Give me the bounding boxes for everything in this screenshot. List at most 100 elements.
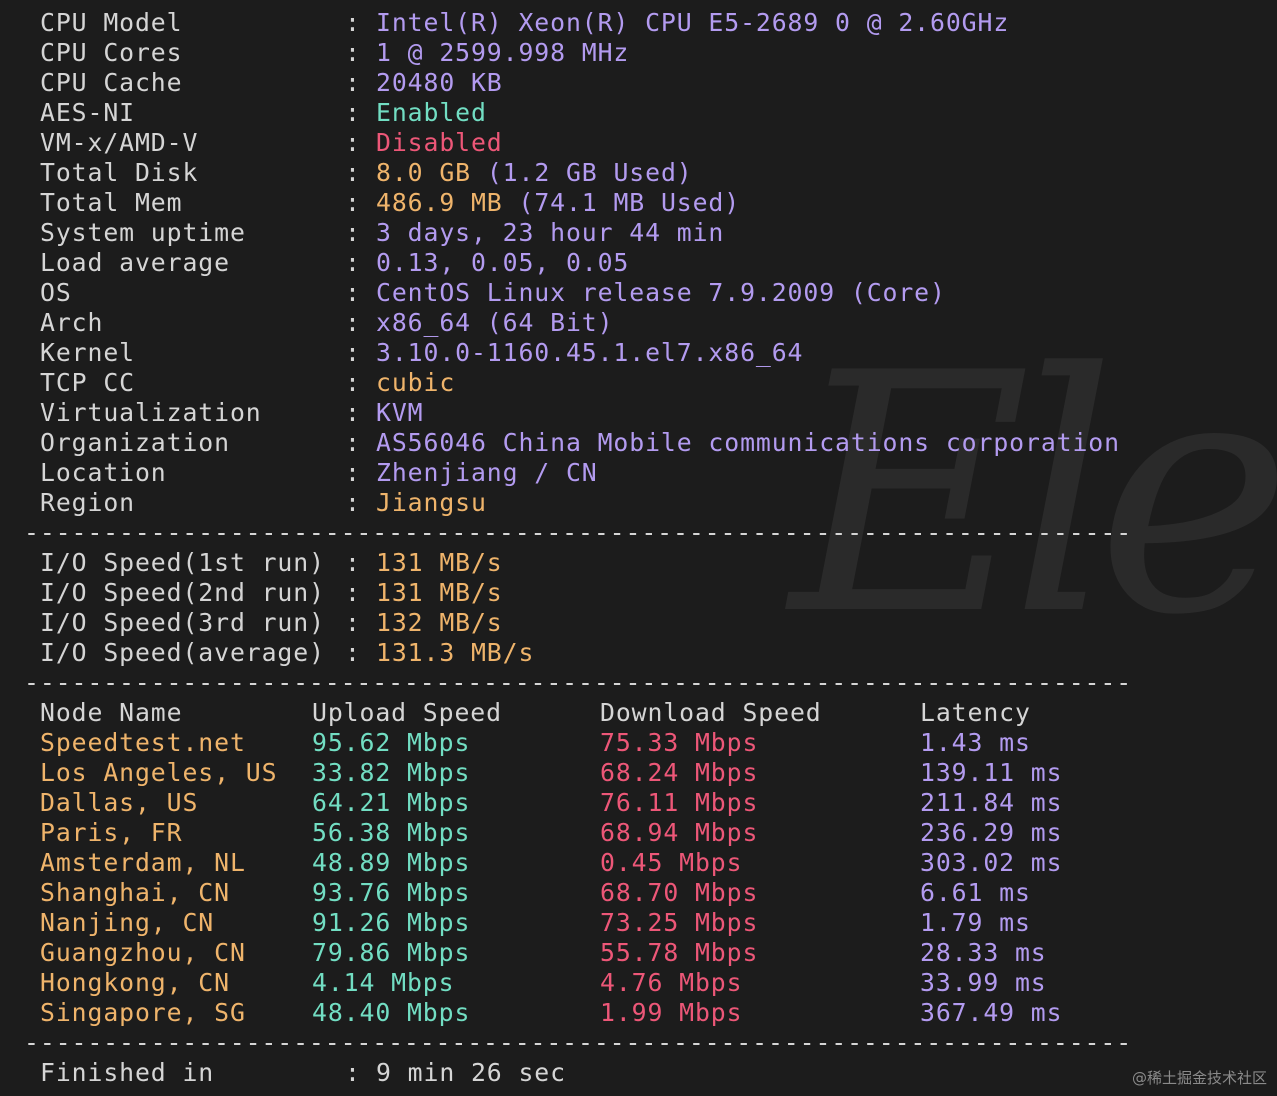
info-value-detail: (1.2 GB Used) (486, 158, 693, 187)
download-speed: 68.70 Mbps (600, 878, 759, 907)
latency: 367.49 ms (920, 998, 1063, 1027)
latency: 1.43 ms (920, 728, 1031, 757)
io-value: 131 MB/s (376, 548, 503, 577)
info-label: Virtualization (40, 398, 262, 427)
node-name: Los Angeles, US (40, 758, 278, 787)
info-colon: : (345, 368, 361, 397)
info-label: Arch (40, 308, 104, 337)
node-name: Nanjing, CN (40, 908, 215, 937)
download-speed: 0.45 Mbps (600, 848, 743, 877)
finished-colon: : (345, 1058, 361, 1087)
header-download-speed: Download Speed (600, 698, 822, 727)
node-name: Hongkong, CN (40, 968, 230, 997)
watermark-text: @稀土掘金技术社区 (1131, 1069, 1267, 1087)
io-colon: : (345, 638, 361, 667)
download-speed: 4.76 Mbps (600, 968, 743, 997)
download-speed: 75.33 Mbps (600, 728, 759, 757)
upload-speed: 33.82 Mbps (312, 758, 471, 787)
info-colon: : (345, 278, 361, 307)
header-upload-speed: Upload Speed (312, 698, 502, 727)
background-watermark-logo: Ele (790, 303, 1277, 687)
upload-speed: 64.21 Mbps (312, 788, 471, 817)
download-speed: 68.24 Mbps (600, 758, 759, 787)
io-value: 131.3 MB/s (376, 638, 535, 667)
upload-speed: 48.89 Mbps (312, 848, 471, 877)
info-value: AS56046 China Mobile communications corp… (376, 428, 1120, 457)
download-speed: 73.25 Mbps (600, 908, 759, 937)
info-value-detail: (74.1 MB Used) (518, 188, 741, 217)
info-value: 20480 KB (376, 68, 503, 97)
node-name: Speedtest.net (40, 728, 246, 757)
info-colon: : (345, 188, 361, 217)
info-label: Total Disk (40, 158, 199, 187)
info-value: KVM (376, 398, 424, 427)
info-colon: : (345, 158, 361, 187)
upload-speed: 93.76 Mbps (312, 878, 471, 907)
node-name: Dallas, US (40, 788, 199, 817)
info-label: TCP CC (40, 368, 135, 397)
info-label: Load average (40, 248, 230, 277)
info-colon: : (345, 488, 361, 517)
info-label: Kernel (40, 338, 135, 367)
separator-line: ----------------------------------------… (24, 1028, 1133, 1057)
latency: 303.02 ms (920, 848, 1063, 877)
io-label: I/O Speed(2nd run) (40, 578, 325, 607)
io-label: I/O Speed(1st run) (40, 548, 325, 577)
finished-label: Finished in (40, 1058, 215, 1087)
info-colon: : (345, 68, 361, 97)
upload-speed: 95.62 Mbps (312, 728, 471, 757)
latency: 33.99 ms (920, 968, 1047, 997)
io-label: I/O Speed(3rd run) (40, 608, 325, 637)
info-colon: : (345, 218, 361, 247)
upload-speed: 4.14 Mbps (312, 968, 455, 997)
info-colon: : (345, 248, 361, 277)
info-colon: : (345, 398, 361, 427)
info-value: cubic (376, 368, 456, 397)
latency: 28.33 ms (920, 938, 1047, 967)
info-value: CentOS Linux release 7.9.2009 (Core) (376, 278, 946, 307)
info-value: 3.10.0-1160.45.1.el7.x86_64 (376, 338, 804, 367)
info-value: Zhenjiang / CN (376, 458, 598, 487)
io-colon: : (345, 608, 361, 637)
info-value: x86_64 (64 Bit) (376, 308, 614, 337)
info-label: Organization (40, 428, 230, 457)
info-label: Location (40, 458, 167, 487)
upload-speed: 79.86 Mbps (312, 938, 471, 967)
info-colon: : (345, 458, 361, 487)
info-colon: : (345, 308, 361, 337)
info-value: Disabled (376, 128, 503, 157)
upload-speed: 48.40 Mbps (312, 998, 471, 1027)
finished-value: 9 min 26 sec (376, 1058, 566, 1087)
node-name: Shanghai, CN (40, 878, 230, 907)
node-name: Paris, FR (40, 818, 183, 847)
info-value: 0.13, 0.05, 0.05 (376, 248, 630, 277)
upload-speed: 56.38 Mbps (312, 818, 471, 847)
info-label: Total Mem (40, 188, 183, 217)
separator-line: ----------------------------------------… (24, 518, 1133, 547)
header-node-name: Node Name (40, 698, 183, 727)
info-value: 486.9 MB (74.1 MB Used) (376, 188, 740, 218)
info-label: CPU Model (40, 8, 183, 37)
info-colon: : (345, 98, 361, 127)
separator-line: ----------------------------------------… (24, 668, 1133, 697)
download-speed: 1.99 Mbps (600, 998, 743, 1027)
info-value: Enabled (376, 98, 487, 127)
node-name: Amsterdam, NL (40, 848, 246, 877)
latency: 211.84 ms (920, 788, 1063, 817)
download-speed: 55.78 Mbps (600, 938, 759, 967)
io-label: I/O Speed(average) (40, 638, 325, 667)
download-speed: 76.11 Mbps (600, 788, 759, 817)
info-label: Region (40, 488, 135, 517)
header-latency: Latency (920, 698, 1031, 727)
latency: 6.61 ms (920, 878, 1031, 907)
io-colon: : (345, 578, 361, 607)
info-colon: : (345, 38, 361, 67)
info-colon: : (345, 338, 361, 367)
info-label: VM-x/AMD-V (40, 128, 199, 157)
info-value: Intel(R) Xeon(R) CPU E5-2689 0 @ 2.60GHz (376, 8, 1010, 37)
node-name: Guangzhou, CN (40, 938, 246, 967)
info-value: 3 days, 23 hour 44 min (376, 218, 725, 247)
info-colon: : (345, 8, 361, 37)
io-value: 132 MB/s (376, 608, 503, 637)
io-colon: : (345, 548, 361, 577)
